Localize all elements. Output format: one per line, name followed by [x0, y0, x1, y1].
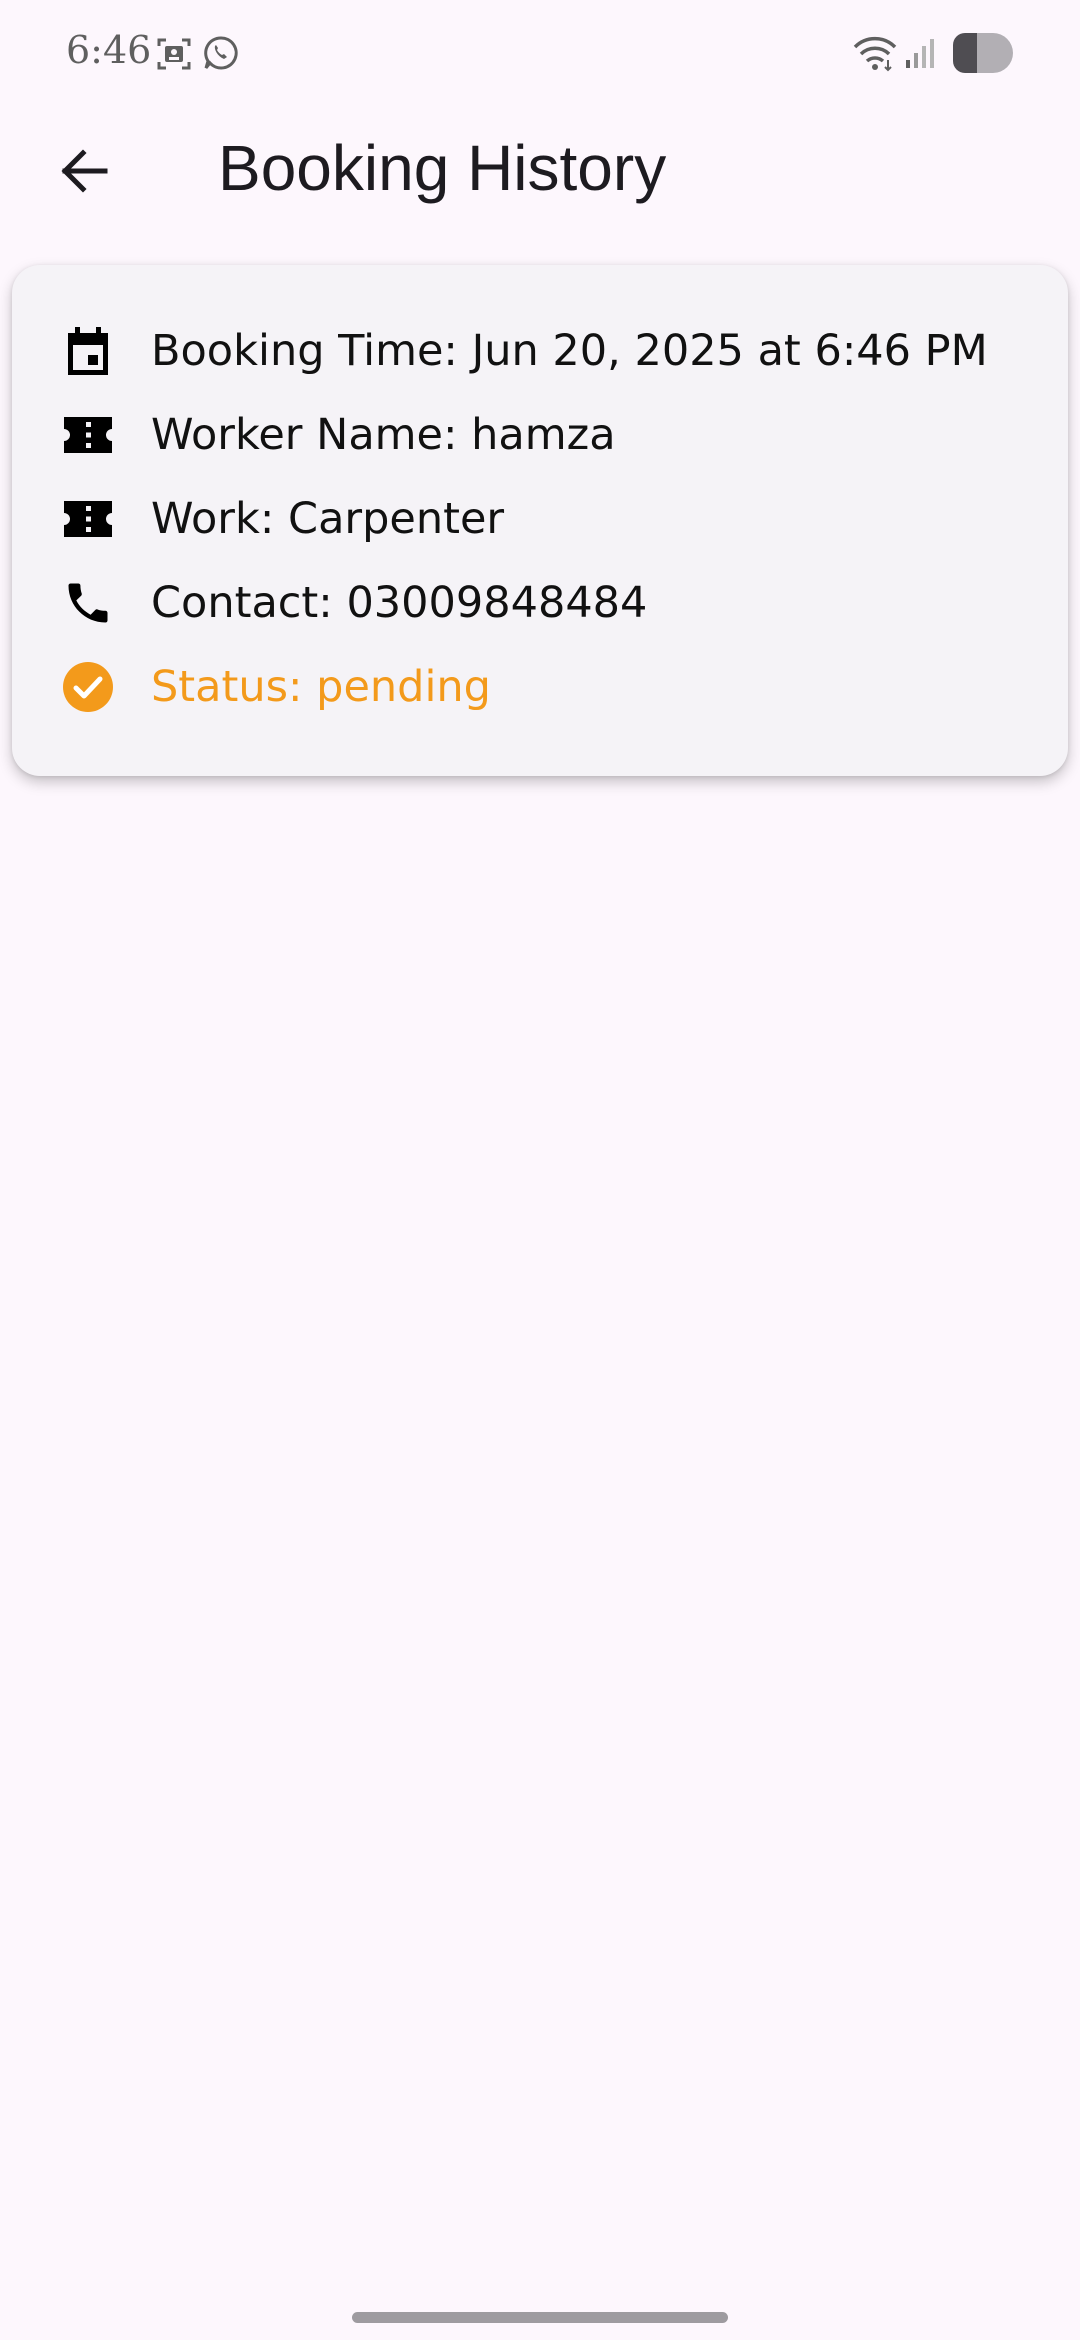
- status-bar: 6:46: [0, 0, 1080, 100]
- app-bar: Booking History: [0, 100, 1080, 230]
- contact-row: Contact: 03009848484: [12, 568, 1068, 638]
- calendar-icon: [68, 327, 108, 375]
- check-circle-icon: [63, 662, 113, 712]
- status-row: Status: pending: [12, 652, 1068, 722]
- battery-icon: [953, 33, 1013, 73]
- booking-card[interactable]: Booking Time: Jun 20, 2025 at 6:46 PM Wo…: [12, 265, 1068, 776]
- contact-text: Contact: 03009848484: [151, 578, 648, 628]
- worker-name-row: Worker Name: hamza: [12, 400, 1068, 470]
- cell-signal-icon: [906, 39, 934, 68]
- phone-icon: [68, 583, 108, 623]
- whatsapp-icon: [204, 36, 238, 70]
- ticket-icon: [64, 501, 112, 537]
- booking-time-text: Booking Time: Jun 20, 2025 at 6:46 PM: [151, 326, 988, 376]
- back-button[interactable]: [42, 129, 126, 213]
- ticket-icon: [64, 417, 112, 453]
- home-indicator[interactable]: [352, 2312, 728, 2323]
- worker-name-text: Worker Name: hamza: [151, 410, 616, 460]
- status-time: 6:46: [66, 28, 152, 72]
- arrow-back-icon: [61, 149, 108, 193]
- wifi-icon: [853, 36, 897, 72]
- booking-time-row: Booking Time: Jun 20, 2025 at 6:46 PM: [12, 316, 1068, 386]
- page-title: Booking History: [218, 132, 667, 204]
- work-text: Work: Carpenter: [151, 494, 505, 544]
- status-text: Status: pending: [151, 662, 491, 712]
- work-row: Work: Carpenter: [12, 484, 1068, 554]
- screen-record-icon: [157, 38, 191, 70]
